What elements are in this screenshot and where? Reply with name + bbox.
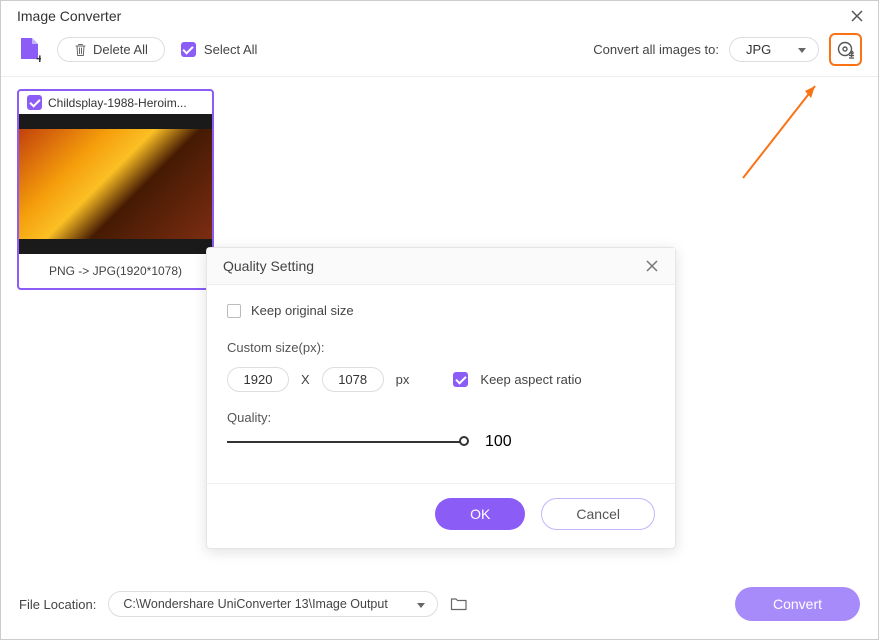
quality-slider[interactable] xyxy=(227,441,467,443)
ok-button[interactable]: OK xyxy=(435,498,525,530)
quality-label: Quality: xyxy=(227,410,655,425)
thumbnail-checkbox[interactable] xyxy=(27,95,42,110)
select-all-checkbox[interactable]: Select All xyxy=(181,42,257,57)
delete-all-label: Delete All xyxy=(93,42,148,57)
thumbnail-filename: Childsplay-1988-Heroim... xyxy=(48,96,187,110)
px-label: px xyxy=(396,372,410,387)
format-dropdown[interactable]: JPG xyxy=(729,37,819,62)
thumbnail-image xyxy=(19,114,212,254)
settings-icon xyxy=(836,40,856,60)
select-all-label: Select All xyxy=(204,42,257,57)
delete-all-button[interactable]: Delete All xyxy=(57,37,165,62)
height-input[interactable]: 1078 xyxy=(322,367,384,392)
keep-original-checkbox[interactable] xyxy=(227,304,241,318)
file-location-label: File Location: xyxy=(19,597,96,612)
cancel-button[interactable]: Cancel xyxy=(541,498,655,530)
quality-value: 100 xyxy=(485,433,512,451)
keep-aspect-checkbox[interactable] xyxy=(453,372,468,387)
width-input[interactable]: 1920 xyxy=(227,367,289,392)
quality-setting-dialog: Quality Setting Keep original size Custo… xyxy=(206,247,676,549)
keep-aspect-label: Keep aspect ratio xyxy=(480,372,581,387)
format-selected: JPG xyxy=(746,42,771,57)
quality-settings-button[interactable] xyxy=(829,33,862,66)
file-location-dropdown[interactable]: C:\Wondershare UniConverter 13\Image Out… xyxy=(108,591,438,617)
dialog-close-icon[interactable] xyxy=(645,259,659,273)
keep-original-label: Keep original size xyxy=(251,303,354,318)
trash-icon xyxy=(74,43,87,57)
add-file-icon[interactable]: + xyxy=(17,37,41,63)
convert-button[interactable]: Convert xyxy=(735,587,860,621)
thumbnail-caption: PNG -> JPG(1920*1078) xyxy=(19,254,212,288)
close-icon[interactable] xyxy=(848,7,866,25)
custom-size-label: Custom size(px): xyxy=(227,340,655,355)
slider-thumb[interactable] xyxy=(459,436,469,446)
image-thumbnail-card[interactable]: Childsplay-1988-Heroim... PNG -> JPG(192… xyxy=(17,89,214,290)
checkbox-checked-icon xyxy=(181,42,196,57)
open-folder-button[interactable] xyxy=(450,596,468,612)
file-location-path: C:\Wondershare UniConverter 13\Image Out… xyxy=(123,597,387,611)
window-title: Image Converter xyxy=(17,8,121,24)
dimension-x: X xyxy=(301,372,310,387)
folder-icon xyxy=(450,596,468,612)
dialog-title: Quality Setting xyxy=(223,258,314,274)
svg-text:+: + xyxy=(36,51,41,63)
convert-all-label: Convert all images to: xyxy=(593,42,719,57)
